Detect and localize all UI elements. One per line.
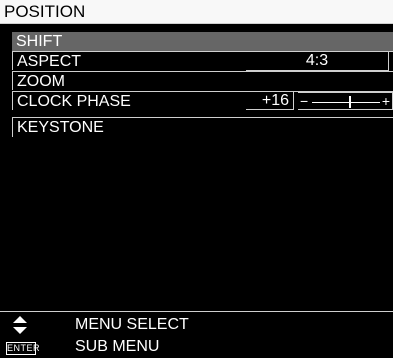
menu-item-label: CLOCK PHASE — [17, 93, 131, 110]
footer-row-enter: ENTER SUB MENU — [0, 336, 393, 358]
footer-row-select: MENU SELECT — [0, 314, 393, 336]
menu-item-shift[interactable]: SHIFT — [12, 32, 393, 51]
menu-item-clock-phase[interactable]: CLOCK PHASE +16 − + — [12, 91, 393, 110]
clock-phase-value: +16 — [246, 92, 294, 110]
menu-item-label: ASPECT — [17, 53, 82, 70]
up-down-arrows-icon — [0, 314, 40, 336]
clock-phase-slider[interactable]: − + — [298, 92, 393, 110]
menu-item-label: ZOOM — [17, 73, 65, 90]
enter-key-icon: ENTER — [0, 336, 40, 358]
menu-item-zoom[interactable]: ZOOM — [12, 71, 393, 90]
slider-thumb[interactable] — [348, 96, 351, 108]
menu-item-keystone[interactable]: KEYSTONE — [12, 117, 393, 137]
menu-item-aspect[interactable]: ASPECT 4:3 — [12, 51, 393, 71]
slider-plus-icon: + — [381, 93, 390, 109]
slider-track — [312, 102, 380, 103]
page-title: POSITION — [0, 0, 393, 24]
slider-minus-icon: − — [300, 93, 309, 109]
sub-menu-label: SUB MENU — [75, 338, 160, 355]
footer-help: MENU SELECT ENTER SUB MENU — [0, 311, 393, 358]
menu-item-label: KEYSTONE — [17, 119, 104, 136]
menu-item-label: SHIFT — [16, 33, 63, 50]
menu-select-label: MENU SELECT — [75, 316, 189, 333]
aspect-value: 4:3 — [246, 52, 389, 71]
enter-badge: ENTER — [6, 342, 41, 355]
menu-panel: SHIFT ASPECT 4:3 ZOOM CLOCK PHASE +16 − … — [0, 24, 393, 311]
